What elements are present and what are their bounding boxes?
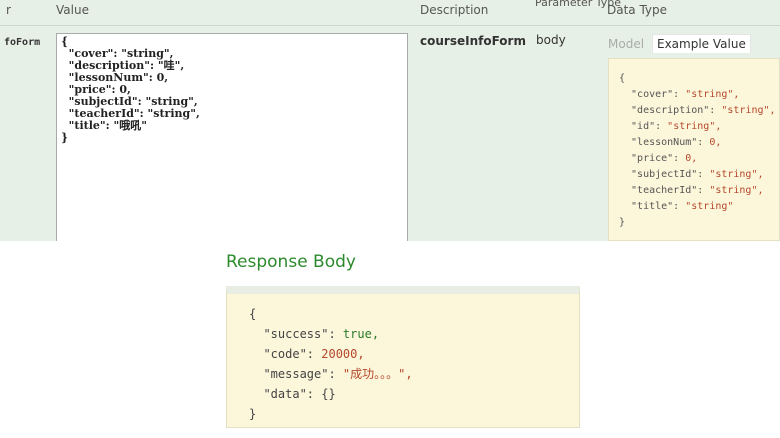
header-data-type: Data Type bbox=[607, 3, 668, 17]
code-line: "id": "string", bbox=[619, 119, 779, 135]
code-value: 0, bbox=[685, 153, 698, 164]
code-value: "string", bbox=[721, 105, 776, 116]
header-description: Description bbox=[420, 3, 489, 17]
code-line: "description": "string", bbox=[619, 103, 779, 119]
code-line: "teacherId": "string", bbox=[619, 183, 779, 199]
code-key: } bbox=[249, 407, 257, 421]
parameter-value-textarea[interactable]: { "cover": "string", "description": "哇",… bbox=[56, 33, 408, 241]
code-line: "lessonNum": 0, bbox=[619, 135, 779, 151]
code-key: "subjectId": bbox=[619, 169, 710, 180]
parameter-name: foForm bbox=[4, 37, 41, 48]
code-key: "data": {} bbox=[249, 387, 336, 401]
parameter-description: courseInfoForm bbox=[420, 34, 526, 48]
code-line: "cover": "string", bbox=[619, 87, 779, 103]
code-line: "title": "string" bbox=[619, 199, 779, 215]
code-line: "subjectId": "string", bbox=[619, 167, 779, 183]
code-key: "cover": bbox=[619, 89, 686, 100]
code-key: "price": bbox=[619, 153, 686, 164]
example-value-code[interactable]: { "cover": "string", "description": "str… bbox=[608, 58, 780, 241]
tab-example-value[interactable]: Example Value bbox=[652, 34, 751, 53]
code-line: "success": true, bbox=[249, 324, 579, 344]
parameter-type: body bbox=[536, 33, 566, 47]
response-body-code: { "success": true, "code": 20000, "messa… bbox=[226, 286, 580, 428]
code-key: "success": bbox=[249, 327, 343, 341]
parameters-panel: r Value Description Parameter Type Data … bbox=[0, 0, 780, 241]
header-parameter-type: Parameter Type bbox=[535, 0, 621, 9]
code-key: } bbox=[619, 217, 626, 228]
code-line: } bbox=[619, 215, 779, 231]
code-key: "description": bbox=[619, 105, 722, 116]
code-value: 0, bbox=[709, 137, 722, 148]
parameters-header-row: r Value Description Parameter Type Data … bbox=[0, 0, 780, 24]
code-value: "string", bbox=[709, 169, 764, 180]
code-value: 20000, bbox=[321, 347, 365, 361]
code-line: "code": 20000, bbox=[249, 344, 579, 364]
code-line: "message": "成功。。。", bbox=[249, 364, 579, 384]
code-key: "id": bbox=[619, 121, 668, 132]
header-value: Value bbox=[56, 3, 89, 17]
code-value: "string" bbox=[685, 201, 734, 212]
header-divider bbox=[0, 25, 780, 26]
code-line: "price": 0, bbox=[619, 151, 779, 167]
code-value: "string", bbox=[709, 185, 764, 196]
code-key: "lessonNum": bbox=[619, 137, 710, 148]
header-parameter: r bbox=[6, 3, 11, 17]
tab-model[interactable]: Model bbox=[608, 37, 644, 51]
code-key: "message": bbox=[249, 367, 343, 381]
code-line: { bbox=[249, 304, 579, 324]
code-line: { bbox=[619, 71, 779, 87]
code-key: { bbox=[249, 307, 257, 321]
code-line: "data": {} bbox=[249, 384, 579, 404]
code-value: "成功。。。", bbox=[342, 367, 413, 381]
code-key: { bbox=[619, 73, 626, 84]
code-value: "string", bbox=[685, 89, 740, 100]
code-line: } bbox=[249, 404, 579, 424]
code-value: "string", bbox=[667, 121, 722, 132]
code-value: true, bbox=[342, 327, 380, 341]
response-body-title: Response Body bbox=[226, 252, 356, 272]
code-key: "teacherId": bbox=[619, 185, 710, 196]
code-key: "title": bbox=[619, 201, 686, 212]
code-key: "code": bbox=[249, 347, 322, 361]
